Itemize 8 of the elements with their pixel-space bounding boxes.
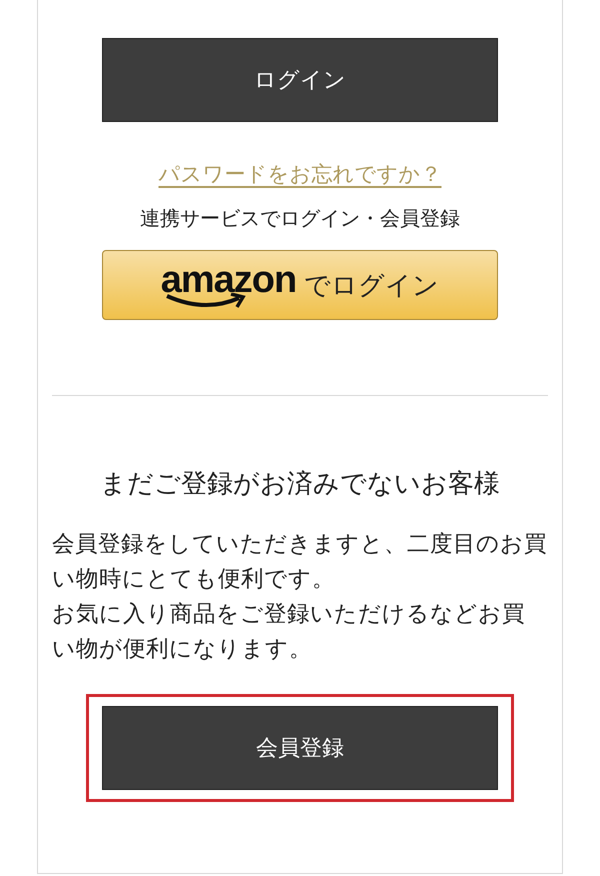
social-login-caption: 連携サービスでログイン・会員登録 — [140, 205, 460, 232]
description-text: 会員登録をしていただきますと、二度目のお買い物時にとても便利です。 — [52, 530, 548, 594]
section-heading: まだご登録がお済みでないお客様 — [100, 468, 500, 501]
smile-arrow-icon — [164, 293, 247, 309]
login-button[interactable]: ログイン — [102, 38, 498, 122]
description-text: お気に入り商品をご登録いただけるなどお買い物が便利になります。 — [52, 600, 526, 664]
register-button[interactable]: 会員登録 — [102, 706, 498, 790]
amazon-login-button[interactable]: amazon でログイン — [102, 250, 498, 320]
